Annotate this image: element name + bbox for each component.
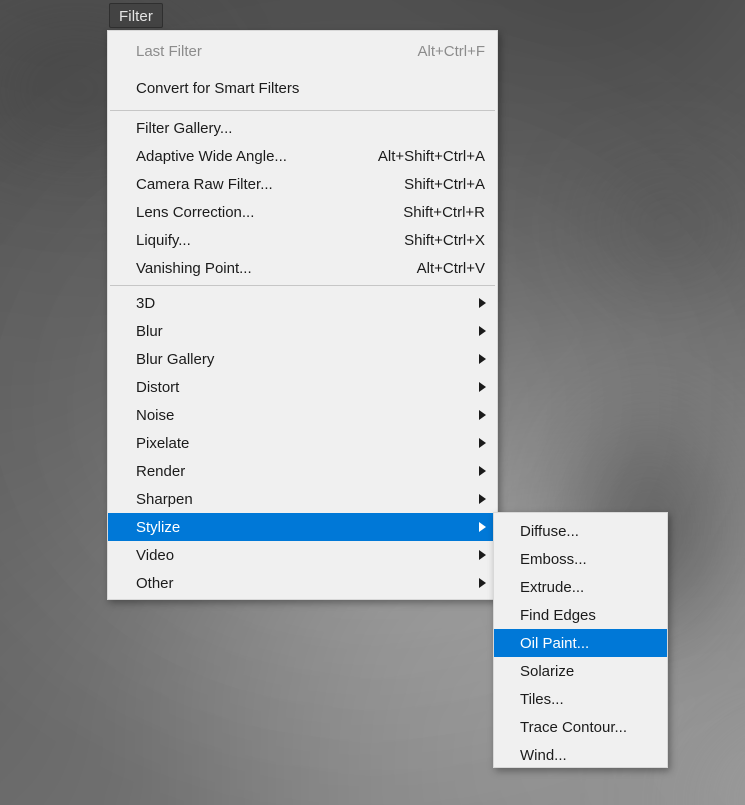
menu-item-shortcut: Shift+Ctrl+A xyxy=(404,175,485,193)
filter-dropdown-menu: Last Filter Alt+Ctrl+F Convert for Smart F… xyxy=(107,30,498,600)
submenu-item-label: Extrude... xyxy=(520,578,585,596)
submenu-item-emboss[interactable]: Emboss... xyxy=(494,545,667,573)
menu-item-label: Adaptive Wide Angle... xyxy=(136,147,287,165)
menu-item-label: Last Filter xyxy=(136,43,202,60)
menu-item-adaptive-wide-angle[interactable]: Adaptive Wide Angle... Alt+Shift+Ctrl+A xyxy=(108,142,497,170)
menu-item-label: Filter Gallery... xyxy=(136,119,233,137)
menu-item-distort[interactable]: Distort xyxy=(108,373,497,401)
submenu-item-find-edges[interactable]: Find Edges xyxy=(494,601,667,629)
menu-item-blur-gallery[interactable]: Blur Gallery xyxy=(108,345,497,373)
menu-item-shortcut: Shift+Ctrl+R xyxy=(403,203,485,221)
menu-item-label: Noise xyxy=(136,406,175,424)
menu-item-vanishing-point[interactable]: Vanishing Point... Alt+Ctrl+V xyxy=(108,254,497,282)
submenu-arrow-icon xyxy=(479,298,486,308)
submenu-item-trace-contour[interactable]: Trace Contour... xyxy=(494,713,667,741)
menu-item-video[interactable]: Video xyxy=(108,541,497,569)
submenu-arrow-icon xyxy=(479,410,486,420)
menu-item-shortcut: Alt+Ctrl+F xyxy=(417,43,485,60)
submenu-arrow-icon xyxy=(479,550,486,560)
submenu-arrow-icon xyxy=(479,438,486,448)
menubar-item-filter[interactable]: Filter xyxy=(109,3,163,28)
menu-item-noise[interactable]: Noise xyxy=(108,401,497,429)
submenu-item-label: Solarize xyxy=(520,662,575,680)
submenu-arrow-icon xyxy=(479,382,486,392)
menu-item-last-filter: Last Filter Alt+Ctrl+F xyxy=(108,33,497,70)
submenu-item-label: Wind... xyxy=(520,746,567,764)
submenu-arrow-icon xyxy=(479,326,486,336)
submenu-item-tiles[interactable]: Tiles... xyxy=(494,685,667,713)
menu-item-liquify[interactable]: Liquify... Shift+Ctrl+X xyxy=(108,226,497,254)
submenu-arrow-icon xyxy=(479,354,486,364)
submenu-item-label: Trace Contour... xyxy=(520,718,627,736)
submenu-item-label: Find Edges xyxy=(520,606,596,624)
menu-item-label: Convert for Smart Filters xyxy=(136,80,300,97)
menu-item-label: Vanishing Point... xyxy=(136,259,252,277)
submenu-arrow-icon xyxy=(479,494,486,504)
menu-item-label: Distort xyxy=(136,378,180,396)
menu-item-label: Video xyxy=(136,546,175,564)
submenu-arrow-icon xyxy=(479,578,486,588)
menu-item-3d[interactable]: 3D xyxy=(108,289,497,317)
menu-item-label: Render xyxy=(136,462,186,480)
stylize-submenu: Diffuse... Emboss... Extrude... Find Edges O… xyxy=(493,512,668,768)
submenu-item-label: Diffuse... xyxy=(520,522,579,540)
menu-item-convert-for-smart-filters[interactable]: Convert for Smart Filters xyxy=(108,70,497,107)
menu-item-label: Other xyxy=(136,574,174,592)
menu-item-blur[interactable]: Blur xyxy=(108,317,497,345)
menu-item-label: 3D xyxy=(136,294,156,312)
menu-item-other[interactable]: Other xyxy=(108,569,497,597)
menu-item-pixelate[interactable]: Pixelate xyxy=(108,429,497,457)
menu-item-label: Stylize xyxy=(136,518,181,536)
menu-item-label: Sharpen xyxy=(136,490,193,508)
menu-item-lens-correction[interactable]: Lens Correction... Shift+Ctrl+R xyxy=(108,198,497,226)
menu-item-render[interactable]: Render xyxy=(108,457,497,485)
submenu-item-solarize[interactable]: Solarize xyxy=(494,657,667,685)
menu-bar: Filter xyxy=(0,0,745,30)
menu-separator xyxy=(110,285,495,286)
menu-item-label: Blur Gallery xyxy=(136,350,215,368)
menu-item-label: Pixelate xyxy=(136,434,190,452)
menu-item-camera-raw-filter[interactable]: Camera Raw Filter... Shift+Ctrl+A xyxy=(108,170,497,198)
submenu-item-wind[interactable]: Wind... xyxy=(494,741,667,769)
menu-item-shortcut: Shift+Ctrl+X xyxy=(404,231,485,249)
menu-item-stylize[interactable]: Stylize xyxy=(108,513,497,541)
submenu-arrow-icon xyxy=(479,466,486,476)
menu-item-sharpen[interactable]: Sharpen xyxy=(108,485,497,513)
menu-separator xyxy=(110,110,495,111)
menu-item-label: Liquify... xyxy=(136,231,191,249)
submenu-item-label: Emboss... xyxy=(520,550,587,568)
submenu-arrow-icon xyxy=(479,522,486,532)
submenu-item-label: Tiles... xyxy=(520,690,564,708)
submenu-item-label: Oil Paint... xyxy=(520,634,590,652)
menu-item-label: Camera Raw Filter... xyxy=(136,175,273,193)
menu-item-label: Lens Correction... xyxy=(136,203,255,221)
menu-item-shortcut: Alt+Ctrl+V xyxy=(416,259,485,277)
menu-item-label: Blur xyxy=(136,322,163,340)
submenu-item-diffuse[interactable]: Diffuse... xyxy=(494,517,667,545)
submenu-item-extrude[interactable]: Extrude... xyxy=(494,573,667,601)
submenu-item-oil-paint[interactable]: Oil Paint... xyxy=(494,629,667,657)
menu-item-shortcut: Alt+Shift+Ctrl+A xyxy=(377,147,485,165)
menu-item-filter-gallery[interactable]: Filter Gallery... xyxy=(108,114,497,142)
